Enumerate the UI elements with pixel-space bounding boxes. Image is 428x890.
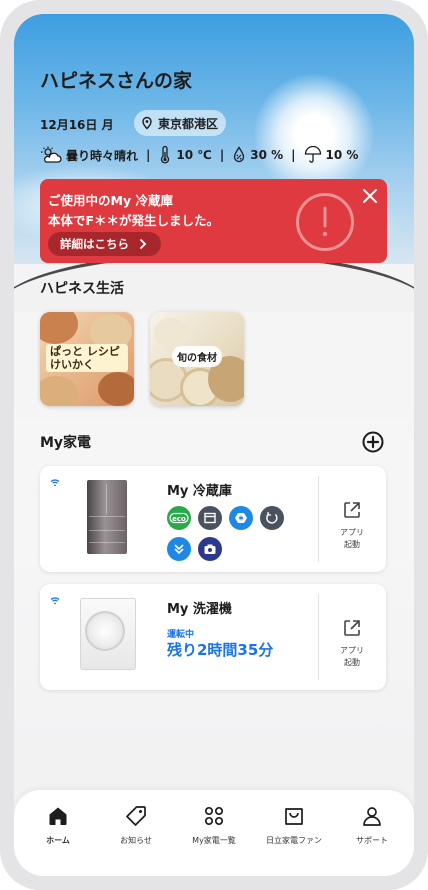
- refrigerator-image: [87, 480, 127, 554]
- washer-remaining-time: 残り2時間35分: [167, 641, 274, 659]
- nav-hitachi-fan-label: 日立家電ファン: [266, 836, 322, 845]
- nav-support[interactable]: サポート: [332, 804, 412, 846]
- error-alert-banner[interactable]: ご使用中のMy 冷蔵庫 本体でF＊＊が発生しました。 詳細はこちら: [40, 179, 387, 263]
- launch-app-label-line1: アプリ: [340, 528, 364, 537]
- close-icon[interactable]: [361, 187, 379, 205]
- card-divider: [318, 594, 319, 680]
- nav-hitachi-fan[interactable]: 日立家電ファン: [254, 804, 334, 846]
- launch-app-button[interactable]: アプリ 起動: [332, 618, 372, 668]
- tag-icon: [126, 806, 146, 826]
- eco-icon[interactable]: eco: [167, 506, 191, 530]
- bag-icon: [285, 808, 303, 825]
- date-text: 12月16日 月: [40, 118, 114, 132]
- external-link-icon: [344, 620, 360, 636]
- svg-text:eco: eco: [172, 515, 186, 523]
- snowflake-box-icon[interactable]: [229, 506, 253, 530]
- tray-icon[interactable]: [198, 506, 222, 530]
- food-graphic: [98, 372, 134, 406]
- bottom-navigation: ホーム お知らせ My家電一覧 日立家電ファン サポート: [14, 790, 414, 876]
- nav-notifications[interactable]: お知らせ: [96, 804, 176, 846]
- thermometer-icon: [158, 146, 172, 164]
- launch-app-label-line1: アプリ: [340, 646, 364, 655]
- separator: |: [146, 148, 151, 162]
- seasonal-food-tile[interactable]: 旬の食材: [150, 312, 244, 406]
- washer-name: My 洗濯機: [167, 602, 232, 617]
- nav-notifications-label: お知らせ: [120, 836, 152, 845]
- food-graphic: [40, 312, 78, 344]
- happiness-section-title: ハピネス生活: [40, 281, 124, 297]
- launch-app-label-line2: 起動: [344, 658, 360, 667]
- nav-my-appliances[interactable]: My家電一覧: [174, 804, 254, 846]
- nav-home[interactable]: ホーム: [18, 804, 98, 846]
- cloudy-sun-icon: [40, 146, 62, 164]
- warning-circle-icon: [296, 193, 354, 251]
- sun-graphic: [254, 74, 374, 194]
- appliance-card-fridge[interactable]: My 冷蔵庫 eco アプリ 起動: [40, 466, 386, 572]
- camera-icon[interactable]: [198, 537, 222, 561]
- appliance-card-washer[interactable]: My 洗濯機 運転中 残り2時間35分 アプリ 起動: [40, 584, 386, 690]
- recipe-planner-tile[interactable]: ぱっと レシピけいかく: [40, 312, 134, 406]
- power-cycle-icon[interactable]: [260, 506, 284, 530]
- alert-message-line1: ご使用中のMy 冷蔵庫: [48, 193, 173, 208]
- location-pin-icon: [140, 116, 154, 130]
- alert-details-button[interactable]: 詳細はこちら: [48, 232, 161, 256]
- nav-my-appliances-label: My家電一覧: [192, 836, 236, 845]
- weather-condition: 曇り時々晴れ: [66, 148, 139, 163]
- humidity-value: 30 %: [250, 148, 284, 162]
- launch-app-button[interactable]: アプリ 起動: [332, 500, 372, 550]
- add-appliance-icon[interactable]: [362, 431, 384, 453]
- seasonal-food-label: 旬の食材: [172, 346, 222, 367]
- umbrella-icon: [304, 146, 322, 164]
- launch-app-label-line2: 起動: [344, 540, 360, 549]
- external-link-icon: [344, 502, 360, 518]
- alert-message-line2: 本体でF＊＊が発生しました。: [48, 213, 220, 228]
- my-appliances-section-title: My家電: [40, 435, 92, 451]
- food-graphic: [40, 376, 78, 406]
- separator: |: [219, 148, 225, 162]
- recipe-planner-label: ぱっと レシピけいかく: [46, 344, 128, 372]
- weather-row: 曇り時々晴れ | 10 ℃ | 30 % | 10 %: [40, 146, 366, 164]
- wifi-icon: [50, 590, 60, 605]
- card-divider: [318, 476, 319, 562]
- chevron-down-double-icon[interactable]: [167, 537, 191, 561]
- grid-icon: [204, 806, 224, 826]
- nav-home-label: ホーム: [46, 836, 70, 845]
- phone-frame: ハピネスさんの家 12月16日 月 東京都港区 曇り時々晴れ | 10 ℃ | …: [0, 0, 428, 890]
- alert-details-label: 詳細はこちら: [60, 237, 129, 251]
- chevron-right-icon: [139, 238, 147, 250]
- washing-machine-image: [80, 598, 136, 670]
- fridge-function-icons: eco: [167, 506, 287, 561]
- fridge-name: My 冷蔵庫: [167, 484, 232, 499]
- location-badge[interactable]: 東京都港区: [134, 110, 227, 136]
- temperature-value: 10 ℃: [176, 148, 212, 162]
- nav-support-label: サポート: [356, 836, 388, 845]
- page-title: ハピネスさんの家: [40, 70, 193, 92]
- wifi-icon: [50, 472, 60, 487]
- person-icon: [363, 807, 381, 826]
- humidity-drop-icon: [232, 146, 246, 164]
- location-label: 東京都港区: [158, 116, 219, 131]
- separator: |: [291, 148, 296, 162]
- home-screen: ハピネスさんの家 12月16日 月 東京都港区 曇り時々晴れ | 10 ℃ | …: [14, 14, 414, 876]
- precipitation-value: 10 %: [325, 148, 359, 162]
- home-icon: [49, 807, 67, 825]
- food-graphic: [154, 318, 188, 348]
